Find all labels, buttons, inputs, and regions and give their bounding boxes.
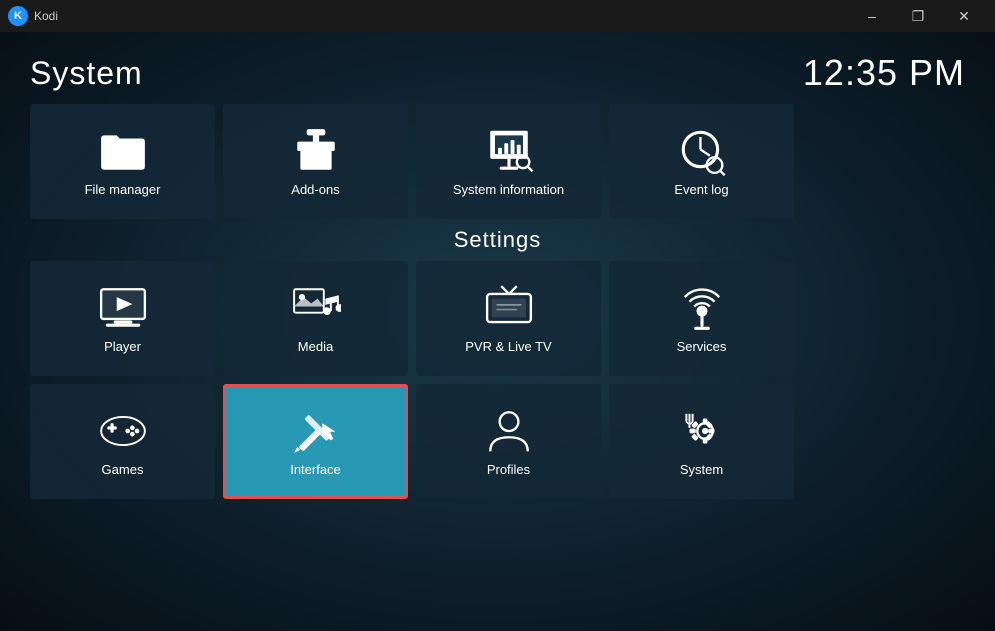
- settings-icon: [677, 406, 727, 456]
- title-bar-title: Kodi: [34, 9, 58, 23]
- tile-system-information[interactable]: System information: [416, 104, 601, 219]
- settings-rows: Player: [30, 261, 965, 499]
- tile-label-event-log: Event log: [674, 182, 728, 197]
- monitor-play-icon: [98, 283, 148, 333]
- tile-profiles[interactable]: Profiles: [416, 384, 601, 499]
- page-title: System: [30, 55, 143, 92]
- kodi-logo: K: [8, 6, 28, 26]
- gamepad-icon: [98, 406, 148, 456]
- tile-label-player: Player: [104, 339, 141, 354]
- header-row: System 12:35 PM: [0, 42, 995, 99]
- settings-label-text: Settings: [454, 227, 542, 252]
- profile-icon: [484, 406, 534, 456]
- title-bar: K Kodi – ❐ ✕: [0, 0, 995, 32]
- settings-section-label: Settings: [30, 227, 965, 253]
- folder-icon: [98, 126, 148, 176]
- settings-row-1: Player: [30, 261, 965, 376]
- tile-interface[interactable]: Interface: [223, 384, 408, 499]
- media-icon: [291, 283, 341, 333]
- tile-system[interactable]: System: [609, 384, 794, 499]
- box-icon: [291, 126, 341, 176]
- clock-display: 12:35 PM: [803, 52, 965, 94]
- tile-label-system: System: [680, 462, 723, 477]
- tile-label-services: Services: [677, 339, 727, 354]
- tile-player[interactable]: Player: [30, 261, 215, 376]
- tile-label-add-ons: Add-ons: [291, 182, 339, 197]
- tile-label-games: Games: [102, 462, 144, 477]
- main-content: System 12:35 PM File manager: [0, 32, 995, 631]
- tile-media[interactable]: Media: [223, 261, 408, 376]
- tv-icon: [484, 283, 534, 333]
- tile-label-media: Media: [298, 339, 333, 354]
- top-row: File manager Add-ons: [30, 104, 965, 219]
- interface-icon: [291, 406, 341, 456]
- tile-label-pvr-live-tv: PVR & Live TV: [465, 339, 551, 354]
- minimize-button[interactable]: –: [849, 0, 895, 32]
- settings-row-2: Games Interface: [30, 384, 965, 499]
- tile-label-system-information: System information: [453, 182, 564, 197]
- title-bar-left: K Kodi: [8, 6, 58, 26]
- broadcast-icon: [677, 283, 727, 333]
- tile-services[interactable]: Services: [609, 261, 794, 376]
- tile-label-interface: Interface: [290, 462, 341, 477]
- tile-games[interactable]: Games: [30, 384, 215, 499]
- presentation-icon: [484, 126, 534, 176]
- grid-section: File manager Add-ons: [0, 99, 995, 499]
- tile-label-file-manager: File manager: [85, 182, 161, 197]
- title-bar-controls: – ❐ ✕: [849, 0, 987, 32]
- close-button[interactable]: ✕: [941, 0, 987, 32]
- tile-pvr-live-tv[interactable]: PVR & Live TV: [416, 261, 601, 376]
- clock-search-icon: [677, 126, 727, 176]
- tile-label-profiles: Profiles: [487, 462, 530, 477]
- tile-file-manager[interactable]: File manager: [30, 104, 215, 219]
- tile-event-log[interactable]: Event log: [609, 104, 794, 219]
- tile-add-ons[interactable]: Add-ons: [223, 104, 408, 219]
- maximize-button[interactable]: ❐: [895, 0, 941, 32]
